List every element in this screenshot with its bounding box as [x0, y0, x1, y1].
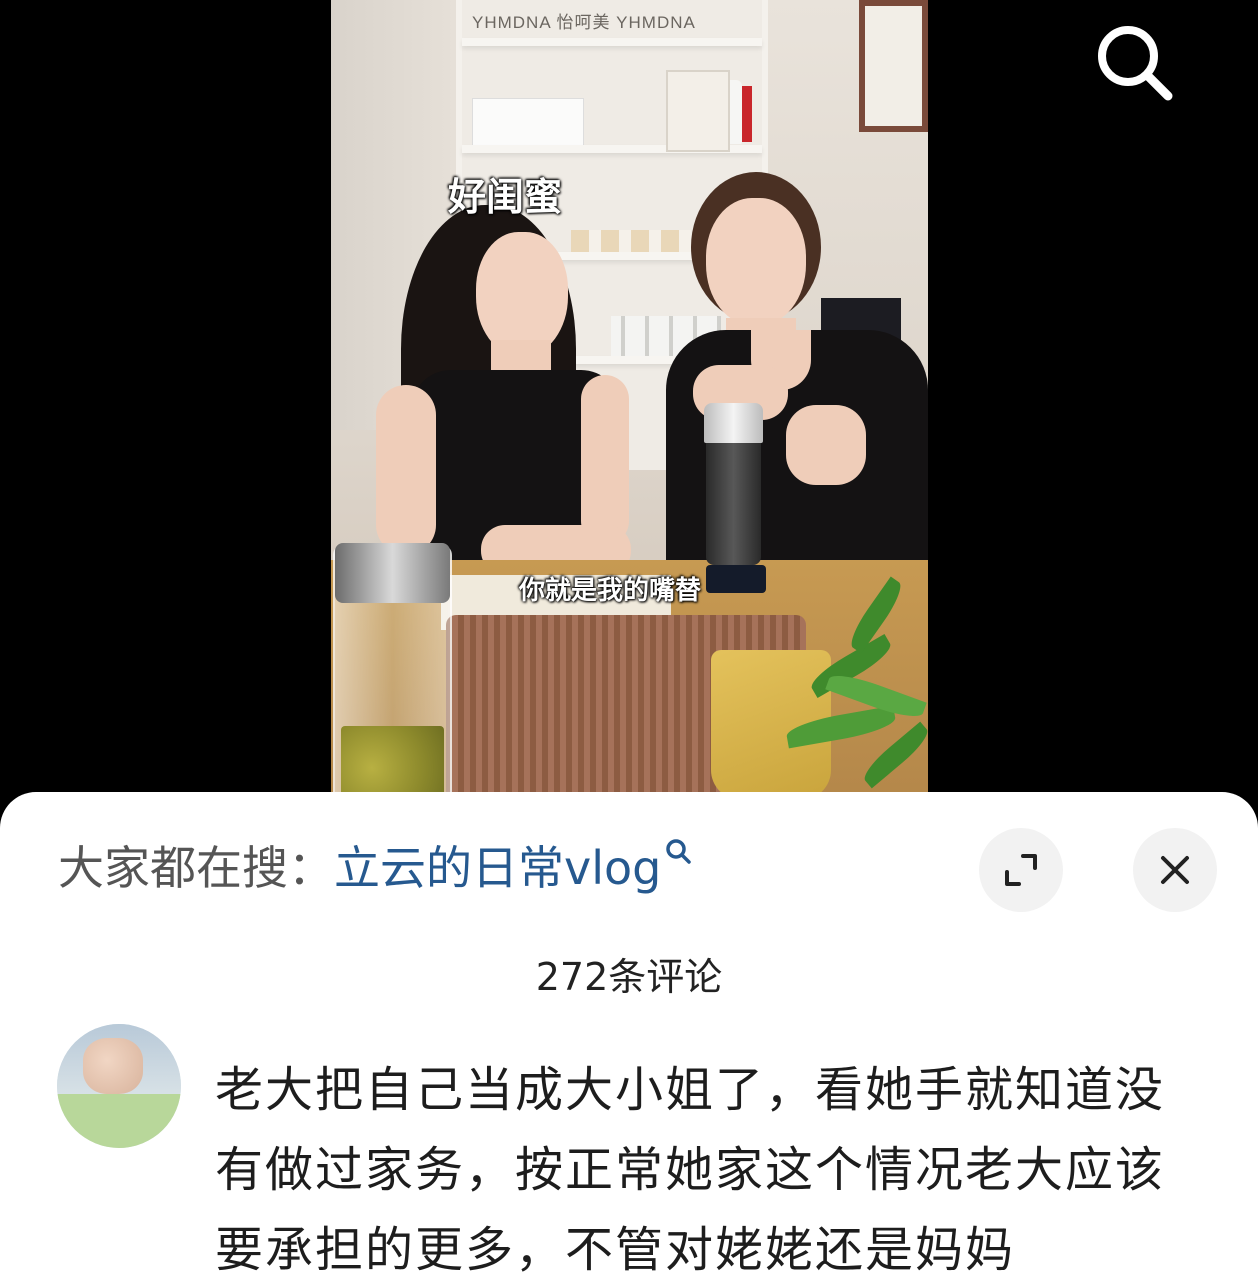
shelf [462, 38, 762, 46]
search-suggestion-prefix: 大家都在搜： [58, 841, 334, 895]
close-icon [1161, 856, 1189, 884]
video-caption-title: 好闺蜜 [448, 175, 563, 219]
comment-sheet: 大家都在搜：立云的日常vlog 272条评论 老大把自己当成大小姐了，看她手就知… [0, 792, 1258, 1276]
comment-line: 要承担的更多，不管对姥姥还是妈妈 [215, 1222, 1016, 1276]
comment-line: 有做过家务，按正常她家这个情况老大应该 [215, 1142, 1166, 1198]
comment-text: 老大把自己当成大小姐了，看她手就知道没 有做过家务，按正常她家这个情况老大应该 … [215, 1050, 1215, 1276]
plant [784, 575, 928, 800]
certificate-frame [666, 70, 730, 152]
tea-jar [333, 543, 452, 800]
water-bottle [704, 403, 763, 565]
expand-button[interactable] [979, 828, 1063, 912]
search-icon [666, 839, 692, 864]
search-button[interactable] [1090, 20, 1180, 110]
expand-icon [1005, 854, 1037, 886]
product-box [472, 98, 584, 146]
screen: YHMDNA 怡呵美 YHMDNA 好闺蜜 你就是我的嘴替 大家都在搜：立云的日… [0, 0, 1258, 1276]
close-button[interactable] [1133, 828, 1217, 912]
video-player[interactable]: YHMDNA 怡呵美 YHMDNA 好闺蜜 你就是我的嘴替 [331, 0, 928, 800]
video-subtitle: 你就是我的嘴替 [519, 576, 702, 606]
search-suggestion[interactable]: 大家都在搜：立云的日常vlog [58, 832, 693, 898]
wall-picture [859, 0, 928, 132]
search-suggestion-term[interactable]: 立云的日常vlog [334, 841, 661, 895]
phone-on-table [706, 565, 766, 593]
search-icon [1098, 26, 1173, 101]
shelf-brand-text: YHMDNA 怡呵美 YHMDNA [472, 13, 696, 32]
avatar[interactable] [57, 1024, 181, 1148]
comment-count: 272条评论 [535, 955, 723, 999]
comment-line: 老大把自己当成大小姐了，看她手就知道没 [215, 1062, 1166, 1118]
shelf-items [571, 230, 691, 252]
